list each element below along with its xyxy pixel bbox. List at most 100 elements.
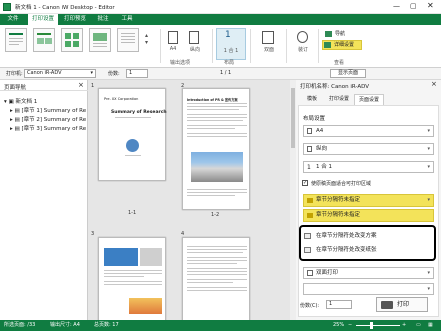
chevron-down-icon: ▾ — [427, 197, 430, 203]
layout-thumb-3[interactable] — [61, 28, 83, 52]
option-label: 在章节分隔符处改变方案 — [316, 233, 377, 239]
section-break-option-selected[interactable]: 章节分隔符未指定 — [303, 209, 434, 222]
chevron-down-icon: ▾ — [427, 270, 430, 276]
minimize-button[interactable]: — — [393, 2, 400, 10]
paper-change-icon — [304, 247, 311, 253]
fit-view-icon[interactable]: ▭ — [416, 320, 421, 331]
page-navigation-pane: 页面导航 × ▾ ▣ 新文档 1 ▸ ▤ [章节 1] Summary of R… — [0, 80, 88, 320]
option-change-paper[interactable]: 在章节分隔符处改变纸张 — [303, 245, 431, 256]
layout-thumb-4[interactable] — [89, 28, 111, 52]
page-thumbnail-1[interactable]: Pre. XX Corporation Summary of Research — [98, 88, 167, 181]
section-break-icon — [307, 213, 313, 218]
orientation-value: 纵向 — [316, 146, 328, 152]
page-photo — [129, 298, 162, 314]
nav-pane-title: 页面导航 — [4, 85, 27, 91]
nup-icon: 1 — [307, 164, 311, 171]
copies-label: 份数: — [108, 71, 120, 77]
display-page-button[interactable]: 显示页面 — [330, 69, 366, 78]
tab-print-setting[interactable]: 打印设置 — [324, 95, 354, 104]
detail-settings-pane: 打印机名称: Canon iR-ADV × 模板 打印设置 页面设置 布局设置 … — [296, 80, 441, 320]
tab-annotation[interactable]: 批注 — [92, 14, 114, 25]
paper-size-label: A4 — [169, 46, 177, 52]
page-heading: Introduction of PR & 宣传方案 — [187, 98, 238, 102]
output-options-group-label: 输出选项 — [170, 60, 191, 66]
tab-label: 打印设置 — [328, 96, 349, 102]
tree-item-section-1[interactable]: ▸ ▤ [章节 1] Summary of Re — [10, 106, 86, 114]
tab-print-settings[interactable]: 打印设置 — [28, 14, 58, 25]
page-thumbnail-4[interactable] — [182, 237, 250, 323]
page-thumbnail-2[interactable]: Introduction of PR & 宣传方案 — [182, 88, 250, 210]
layout-thumb-2[interactable] — [33, 28, 55, 52]
copies-label: 份数(C): — [300, 303, 320, 309]
zoom-slider[interactable] — [356, 325, 400, 326]
orientation-button[interactable]: 纵向 — [184, 29, 206, 61]
printer-select[interactable]: Canon iR-ADV ▾ — [24, 69, 96, 78]
section-break-option-value: 章节分隔符未指定 — [316, 212, 361, 218]
dropdown-options-list: 在章节分隔符处改变方案 在章节分隔符处改变纸张 — [299, 225, 436, 261]
layout-thumb-5[interactable] — [117, 28, 139, 52]
copies-input[interactable]: 1 — [326, 300, 352, 309]
paper-size-button[interactable]: A4 — [164, 29, 182, 61]
paper-icon — [168, 31, 178, 44]
duplex-select[interactable]: 双面打印 ▾ — [303, 267, 434, 279]
pane-close-icon[interactable]: × — [431, 80, 437, 88]
pages-per-sheet-button[interactable]: 1 1 合 1 — [216, 28, 246, 60]
page-preview-area[interactable]: 1 Pre. XX Corporation Summary of Researc… — [88, 80, 296, 323]
window-title: 新文档 1 - Canon iW Desktop - Editor — [15, 5, 115, 11]
nav-close-icon[interactable]: × — [78, 81, 84, 89]
tree-item-label: [章节 2] Summary of Re — [21, 117, 87, 123]
copies-input[interactable]: 1 — [126, 69, 148, 78]
page-thumbnail-3[interactable] — [98, 237, 166, 323]
printer-label: 打印机: — [6, 71, 23, 77]
section-title: 布局设置 — [303, 116, 326, 122]
gallery-scroll-icon[interactable]: ▴ ▾ — [145, 32, 148, 46]
tree-item-section-3[interactable]: ▸ ▤ [章节 3] Summary of Re — [10, 124, 86, 132]
page-number: 1 — [91, 83, 95, 89]
tab-file[interactable]: 文件 — [2, 14, 24, 25]
page-number: 3 — [91, 231, 95, 237]
tree-item-section-2[interactable]: ▸ ▤ [章节 2] Summary of Re — [10, 115, 86, 123]
chevron-down-icon: ▾ — [90, 70, 93, 76]
scrollbar-thumb[interactable] — [291, 88, 295, 148]
paper-size-select[interactable]: A4 ▾ — [303, 125, 434, 137]
grid-view-icon[interactable]: ▦ — [428, 320, 433, 331]
layout-gallery[interactable]: ▴ ▾ — [5, 28, 155, 58]
layout-thumb-1[interactable] — [5, 28, 27, 52]
zoom-in-icon[interactable]: + — [402, 320, 406, 331]
print-button[interactable]: 打印 — [376, 297, 428, 312]
orientation-icon — [189, 31, 199, 44]
double-sided-button[interactable]: 双面 — [258, 29, 280, 61]
detail-settings-toggle[interactable]: 详细设置 — [322, 40, 362, 50]
binding-label: 装订 — [297, 47, 308, 53]
settings-panel: 布局设置 A4 ▾ 纵向 ▾ 1 1 合 1 ▾ ✓ 使原稿页面适合可打印区域 … — [298, 105, 439, 317]
chevron-down-icon: ▾ — [427, 286, 430, 292]
pages-per-sheet-label: 1 合 1 — [223, 48, 239, 54]
tab-print-preview[interactable]: 打印预览 — [60, 14, 90, 25]
detail-settings-icon — [324, 42, 331, 48]
zoom-slider-thumb[interactable] — [370, 322, 373, 329]
printer-icon — [381, 301, 393, 309]
maximize-button[interactable]: ▢ — [410, 2, 417, 10]
print-toolbar: 打印机: Canon iR-ADV ▾ 份数: 1 1 / 1 显示页面 — [0, 68, 441, 80]
orientation-select[interactable]: 纵向 ▾ — [303, 143, 434, 155]
zoom-out-icon[interactable]: − — [348, 320, 352, 331]
title-bar: 新文档 1 - Canon iW Desktop - Editor — ▢ ✕ — [0, 0, 441, 14]
layout-group-label: 布局 — [224, 60, 235, 66]
section-break-select[interactable]: 章节分隔符未指定 ▾ — [303, 194, 434, 207]
printer-select-value: Canon iR-ADV — [27, 70, 62, 76]
tab-tools[interactable]: 工具 — [116, 14, 138, 25]
tab-page-setting[interactable]: 页面设置 — [354, 94, 384, 105]
close-button[interactable]: ✕ — [427, 1, 434, 10]
tree-item-label: [章节 3] Summary of Re — [21, 126, 87, 132]
tree-root[interactable]: ▾ ▣ 新文档 1 — [4, 97, 37, 105]
orientation-label: 纵向 — [189, 47, 200, 53]
binding-button[interactable]: 装订 — [292, 29, 314, 61]
option-change-scheme[interactable]: 在章节分隔符处改变方案 — [303, 231, 431, 242]
fit-page-checkbox[interactable]: ✓ — [302, 180, 308, 186]
nup-select[interactable]: 1 1 合 1 ▾ — [303, 161, 434, 173]
navigation-toggle[interactable]: 导航 — [324, 29, 360, 39]
tab-template[interactable]: 模板 — [300, 95, 324, 104]
finishing-select[interactable]: ▾ — [303, 283, 434, 295]
tab-label: 模板 — [306, 96, 317, 102]
pager-text: 1 / 1 — [220, 70, 232, 76]
